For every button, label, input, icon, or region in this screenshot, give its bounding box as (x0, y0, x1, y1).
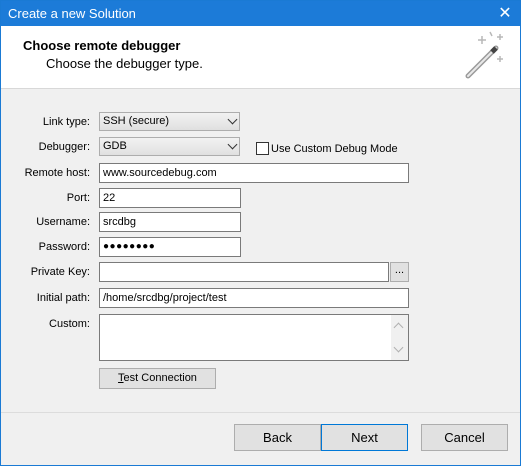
remote-host-input[interactable]: www.sourcedebug.com (99, 163, 409, 183)
initial-path-input[interactable]: /home/srcdbg/project/test (99, 288, 409, 308)
port-input[interactable]: 22 (99, 188, 241, 208)
username-input[interactable]: srcdbg (99, 212, 241, 232)
debugger-select[interactable]: GDB (99, 137, 240, 156)
password-input[interactable]: ●●●●●●●● (99, 237, 241, 257)
close-icon[interactable]: ✕ (490, 1, 520, 26)
page-title: Choose remote debugger (23, 38, 181, 53)
private-key-label: Private Key: (30, 266, 90, 278)
chevron-down-icon (227, 114, 238, 125)
remote-host-label: Remote host: (24, 167, 90, 179)
custom-label: Custom: (49, 318, 90, 330)
magic-wand-icon (465, 31, 503, 79)
initial-path-label: Initial path: (36, 292, 90, 304)
private-key-input[interactable] (99, 262, 389, 282)
custom-scrollbar[interactable] (391, 315, 408, 360)
browse-button[interactable]: ... (390, 262, 409, 282)
title-bar: Create a new Solution ✕ (1, 1, 520, 26)
link-type-value: SSH (secure) (103, 115, 170, 127)
debugger-value: GDB (103, 140, 127, 152)
scroll-down-icon[interactable] (393, 342, 404, 353)
link-type-label: Link type: (42, 116, 90, 128)
cancel-button[interactable]: Cancel (421, 424, 508, 451)
username-label: Username: (36, 216, 90, 228)
next-button[interactable]: Next (321, 424, 408, 451)
custom-debug-label: Use Custom Debug Mode (271, 143, 398, 155)
test-connection-button[interactable]: Test Connection (99, 368, 216, 389)
wizard-window: Create a new Solution ✕ Choose remote de… (0, 0, 521, 466)
custom-debug-checkbox[interactable] (256, 142, 269, 155)
scroll-up-icon[interactable] (393, 322, 404, 333)
password-label: Password: (38, 241, 90, 253)
page-subtitle: Choose the debugger type. (46, 56, 203, 71)
port-label: Port: (66, 192, 90, 204)
test-connection-label: est Connection (123, 372, 197, 384)
window-title: Create a new Solution (8, 6, 136, 21)
chevron-down-icon (227, 139, 238, 150)
link-type-select[interactable]: SSH (secure) (99, 112, 240, 131)
back-button[interactable]: Back (234, 424, 321, 451)
wizard-header: Choose remote debugger Choose the debugg… (1, 26, 520, 89)
debugger-label: Debugger: (38, 141, 90, 153)
custom-textarea[interactable] (99, 314, 409, 361)
footer-divider (1, 412, 520, 413)
